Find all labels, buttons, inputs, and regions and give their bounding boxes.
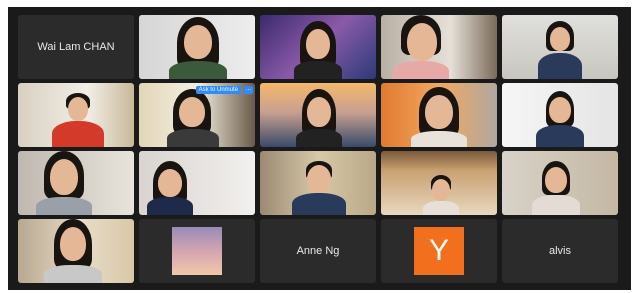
participant-tile[interactable]: [502, 15, 618, 79]
participant-tile[interactable]: [260, 15, 376, 79]
participant-tile[interactable]: [18, 83, 134, 147]
participant-tile[interactable]: [139, 219, 255, 283]
participant-name: alvis: [548, 245, 571, 257]
participant-tile[interactable]: Ask to Unmute ...: [139, 83, 255, 147]
participant-tile[interactable]: [18, 219, 134, 283]
participant-tile-active-speaker[interactable]: [139, 15, 255, 79]
participant-tile[interactable]: Wai Lam CHAN: [18, 15, 134, 79]
participant-tile[interactable]: [502, 151, 618, 215]
participant-tile[interactable]: alvis: [502, 219, 618, 283]
participant-tile[interactable]: [139, 151, 255, 215]
gallery-grid: Wai Lam CHAN Ask to Unmute ... Anne Ng Y…: [18, 15, 621, 285]
participant-tile[interactable]: [260, 83, 376, 147]
meeting-window: Wai Lam CHAN Ask to Unmute ... Anne Ng Y…: [8, 7, 631, 290]
participant-tile[interactable]: [260, 151, 376, 215]
profile-picture: [172, 227, 222, 275]
participant-tile[interactable]: [381, 15, 497, 79]
participant-tile[interactable]: [381, 151, 497, 215]
participant-tile[interactable]: [18, 151, 134, 215]
participant-tile[interactable]: [381, 83, 497, 147]
participant-tile[interactable]: Anne Ng: [260, 219, 376, 283]
participant-name: Anne Ng: [296, 245, 340, 257]
participant-tile[interactable]: [502, 83, 618, 147]
participant-tile[interactable]: Y: [381, 219, 497, 283]
participant-name: Wai Lam CHAN: [37, 41, 115, 53]
more-options-button[interactable]: ...: [244, 86, 253, 94]
ask-to-unmute-button[interactable]: Ask to Unmute: [195, 86, 241, 94]
avatar: Y: [414, 227, 464, 275]
